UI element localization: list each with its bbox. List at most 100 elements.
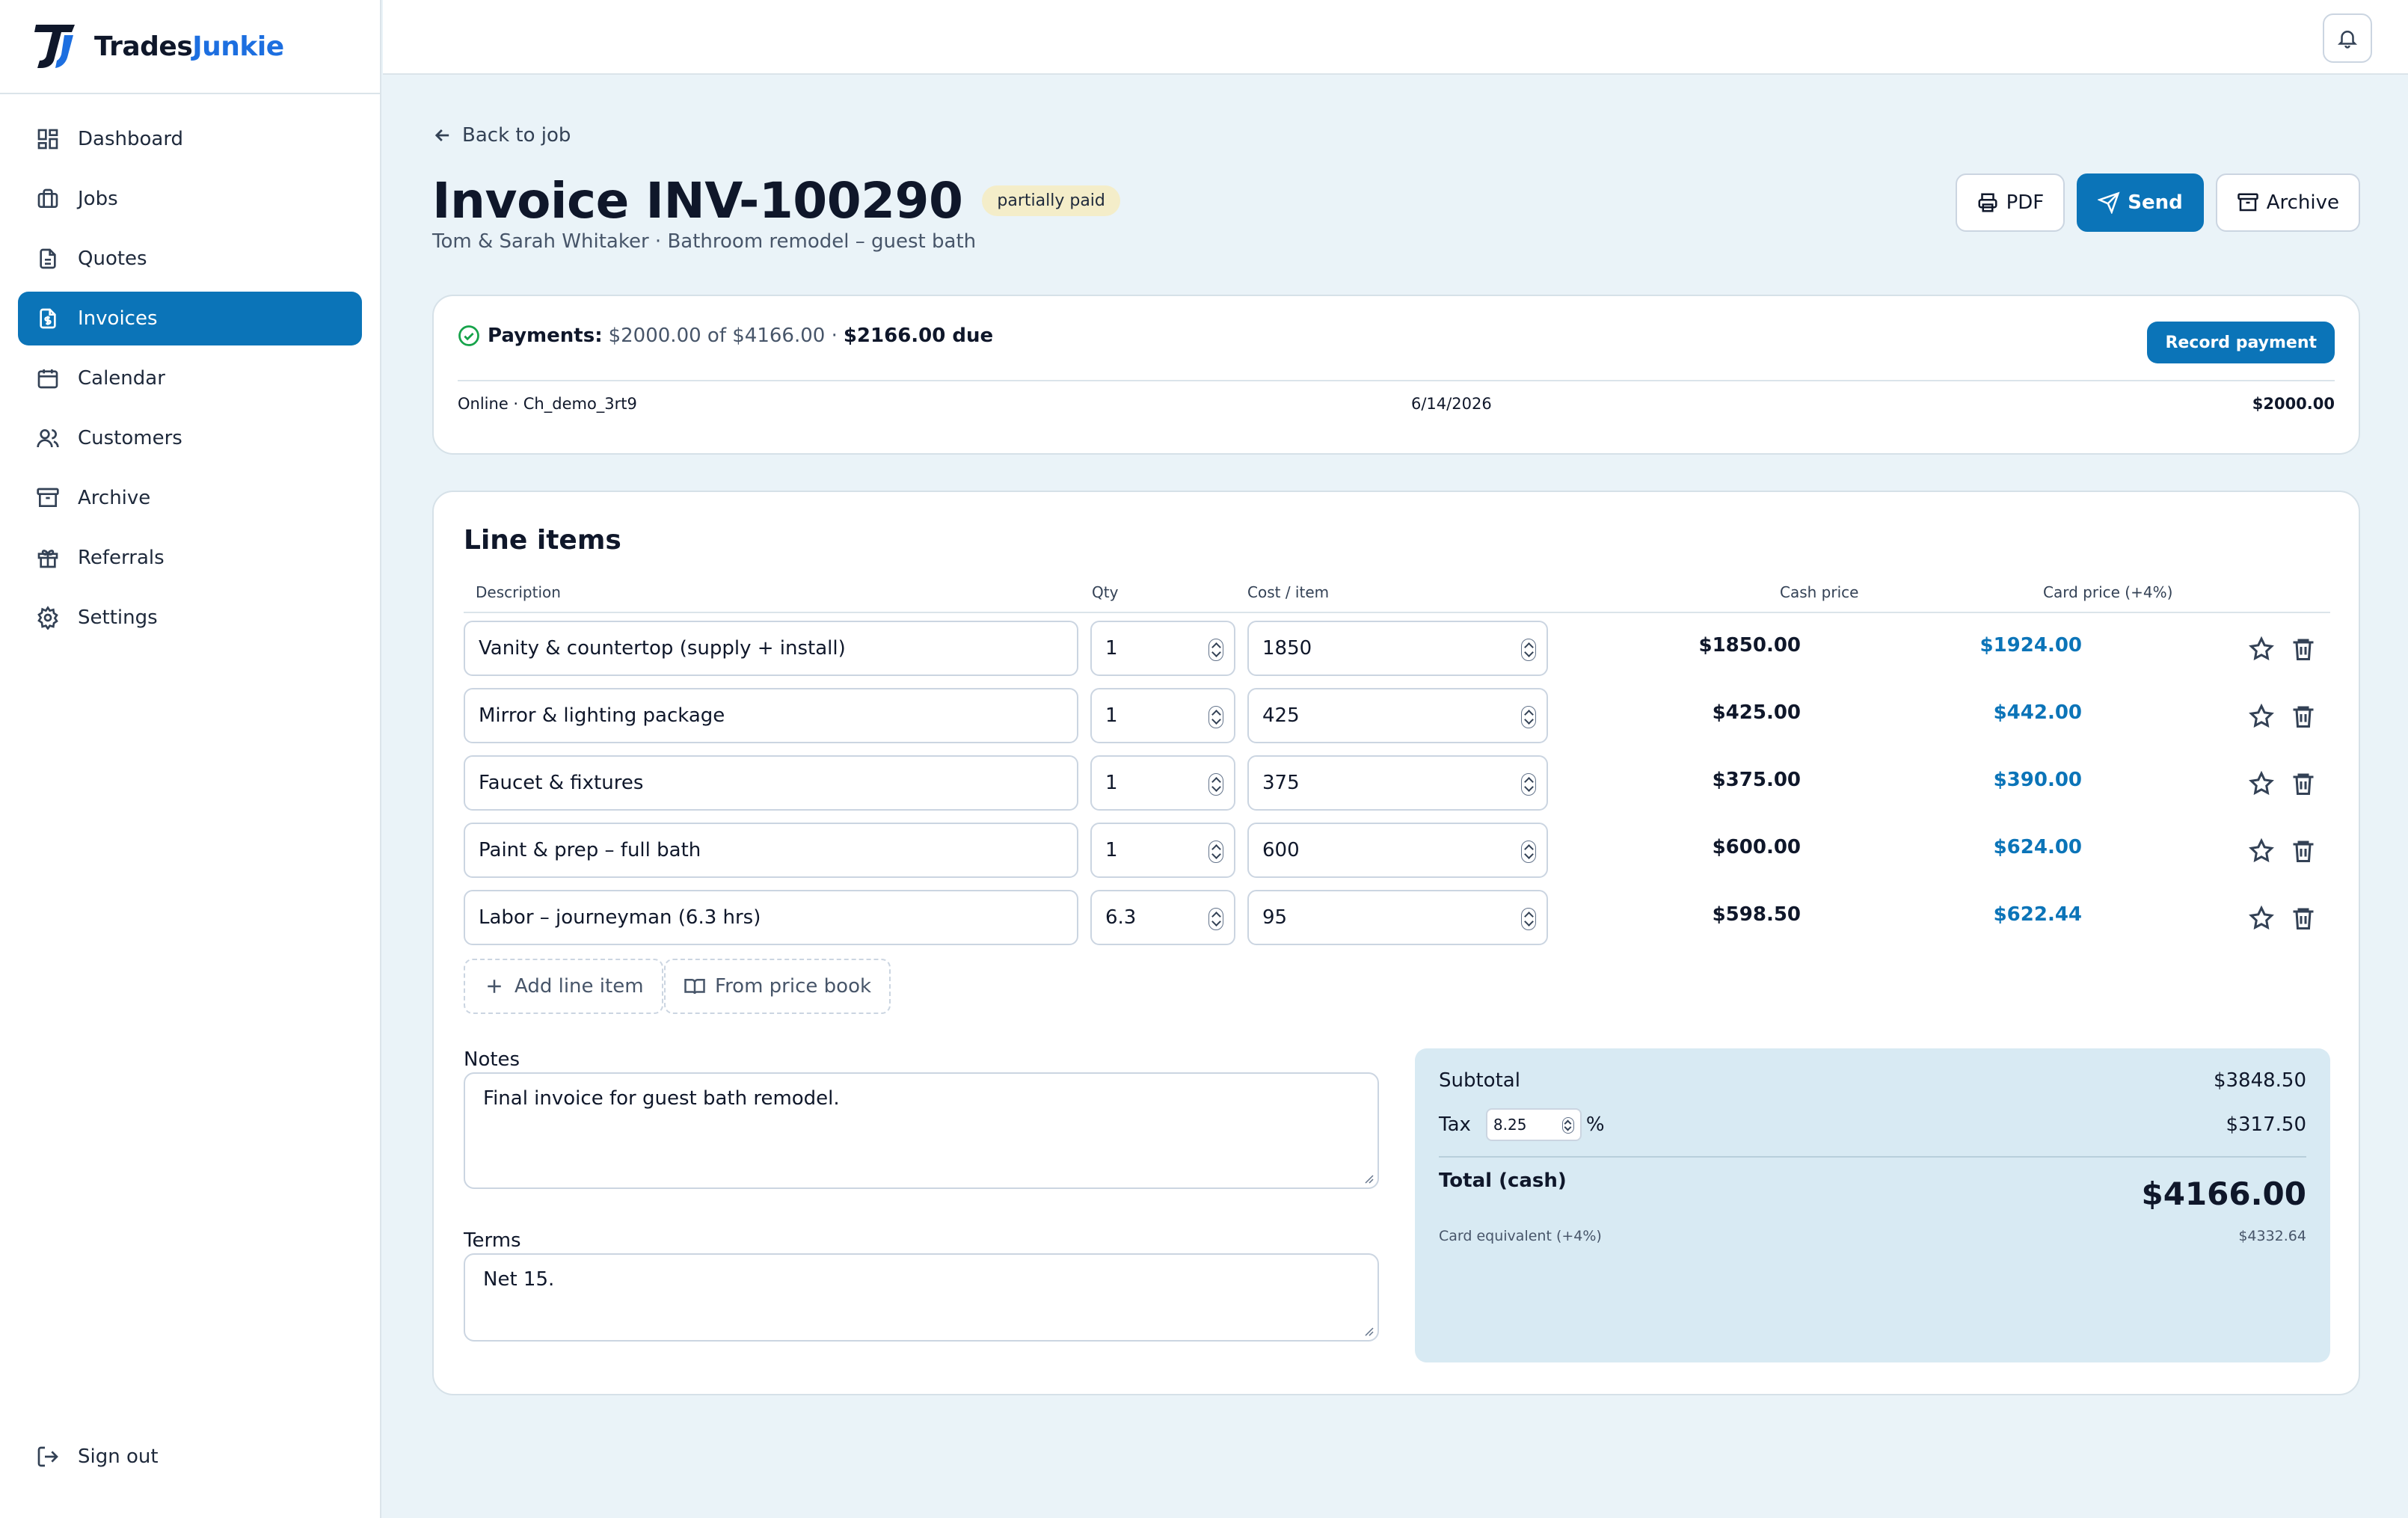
cost-input[interactable]: 1850 (1247, 621, 1548, 676)
col-qty: Qty (1092, 583, 1119, 601)
notes-textarea[interactable]: Final invoice for guest bath remodel. (464, 1072, 1379, 1189)
gear-icon (37, 606, 58, 630)
calendar-icon (37, 369, 58, 389)
cost-input[interactable]: 375 (1247, 755, 1548, 811)
star-icon[interactable] (2248, 703, 2275, 730)
sidebar-item-dashboard[interactable]: Dashboard (18, 112, 362, 166)
trash-icon[interactable] (2290, 703, 2317, 730)
sidebar-item-invoices[interactable]: Invoices (18, 292, 362, 345)
tax-rate-value: 8.25 (1493, 1116, 1527, 1134)
trash-icon[interactable] (2290, 636, 2317, 663)
sidebar-item-calendar[interactable]: Calendar (18, 351, 362, 405)
stepper-icon[interactable] (1208, 841, 1223, 863)
status-badge: partially paid (982, 185, 1120, 216)
star-icon[interactable] (2248, 636, 2275, 663)
header-actions: PDF Send Archive (1955, 173, 2360, 232)
pdf-button[interactable]: PDF (1955, 173, 2065, 232)
archive-label: Archive (2266, 191, 2339, 214)
subtotal-label: Subtotal (1439, 1069, 1520, 1092)
qty-value: 1 (1105, 637, 1118, 660)
terms-value: Net 15. (483, 1268, 555, 1291)
col-card: Card price (+4%) (2043, 583, 2173, 601)
sidebar-item-settings[interactable]: Settings (18, 591, 362, 645)
sidebar-item-referrals[interactable]: Referrals (18, 531, 362, 585)
logout-icon (37, 1446, 58, 1467)
line-items-title: Line items (464, 525, 621, 556)
star-icon[interactable] (2248, 905, 2275, 932)
stepper-icon[interactable] (1208, 773, 1223, 796)
cost-value: 1850 (1262, 637, 1312, 660)
add-line-item-button[interactable]: Add line item (464, 959, 663, 1014)
qty-value: 1 (1105, 772, 1118, 794)
sidebar-nav: Dashboard Jobs Quotes Invoices Calendar … (0, 94, 380, 645)
qty-input[interactable]: 1 (1090, 688, 1235, 743)
brand-logo[interactable]: TradesJunkie (0, 0, 380, 94)
send-button[interactable]: Send (2077, 173, 2204, 232)
description-input[interactable]: Mirror & lighting package (464, 688, 1078, 743)
divider (1439, 1156, 2306, 1158)
sidebar-item-label: Invoices (78, 307, 158, 330)
terms-textarea[interactable]: Net 15. (464, 1253, 1379, 1342)
card-price: $622.44 (1993, 903, 2082, 926)
description-input[interactable]: Labor – journeyman (6.3 hrs) (464, 890, 1078, 945)
cash-price: $375.00 (1712, 769, 1801, 791)
cost-input[interactable]: 600 (1247, 823, 1548, 878)
qty-input[interactable]: 6.3 (1090, 890, 1235, 945)
qty-value: 1 (1105, 839, 1118, 861)
cost-value: 375 (1262, 772, 1300, 794)
stepper-icon[interactable] (1208, 706, 1223, 728)
trash-icon[interactable] (2290, 770, 2317, 797)
line-items-card: Line items Description Qty Cost / item C… (432, 491, 2360, 1395)
sidebar-item-label: Jobs (78, 188, 118, 210)
payments-paid: $2000.00 of $4166.00 · (608, 325, 838, 347)
trash-icon[interactable] (2290, 905, 2317, 932)
col-cash: Cash price (1780, 583, 1859, 601)
payment-amount: $2000.00 (2252, 395, 2335, 413)
sidebar-item-label: Dashboard (78, 128, 184, 150)
sidebar-item-quotes[interactable]: Quotes (18, 232, 362, 286)
cost-input[interactable]: 95 (1247, 890, 1548, 945)
description-input[interactable]: Faucet & fixtures (464, 755, 1078, 811)
stepper-icon[interactable] (1208, 908, 1223, 930)
stepper-icon[interactable] (1561, 1117, 1574, 1134)
cash-price: $1850.00 (1698, 634, 1801, 657)
price-book-button[interactable]: From price book (664, 959, 891, 1014)
description-input[interactable]: Vanity & countertop (supply + install) (464, 621, 1078, 676)
back-to-job-link[interactable]: Back to job (432, 124, 571, 147)
qty-value: 6.3 (1105, 906, 1137, 929)
stepper-icon[interactable] (1521, 908, 1536, 930)
star-icon[interactable] (2248, 838, 2275, 864)
qty-input[interactable]: 1 (1090, 823, 1235, 878)
bell-icon (2337, 31, 2358, 49)
qty-input[interactable]: 1 (1090, 755, 1235, 811)
subtotal-value: $3848.50 (2213, 1069, 2306, 1092)
card-equivalent-label: Card equivalent (+4%) (1439, 1228, 1602, 1244)
terms-label: Terms (464, 1229, 521, 1252)
stepper-icon[interactable] (1208, 639, 1223, 661)
resize-grip-icon[interactable] (1363, 1173, 1375, 1184)
record-payment-button[interactable]: Record payment (2147, 322, 2335, 363)
resize-grip-icon[interactable] (1363, 1325, 1375, 1337)
notifications-button[interactable] (2323, 13, 2372, 63)
stepper-icon[interactable] (1521, 706, 1536, 728)
card-price: $390.00 (1993, 769, 2082, 791)
card-price: $1924.00 (1979, 634, 2082, 657)
tradesjunkie-logo-icon (34, 25, 75, 68)
sign-out-button[interactable]: Sign out (18, 1430, 363, 1484)
sidebar-item-customers[interactable]: Customers (18, 411, 362, 465)
trash-icon[interactable] (2290, 838, 2317, 864)
stepper-icon[interactable] (1521, 639, 1536, 661)
cash-price: $600.00 (1712, 836, 1801, 858)
sidebar-item-label: Settings (78, 606, 158, 629)
description-input[interactable]: Paint & prep – full bath (464, 823, 1078, 878)
sidebar-item-archive[interactable]: Archive (18, 471, 362, 525)
qty-input[interactable]: 1 (1090, 621, 1235, 676)
tax-rate-input[interactable]: 8.25 (1485, 1108, 1582, 1141)
sidebar-item-jobs[interactable]: Jobs (18, 172, 362, 226)
stepper-icon[interactable] (1521, 773, 1536, 796)
archive-button[interactable]: Archive (2215, 173, 2360, 232)
stepper-icon[interactable] (1521, 841, 1536, 863)
star-icon[interactable] (2248, 770, 2275, 797)
cost-input[interactable]: 425 (1247, 688, 1548, 743)
payments-summary: Payments: $2000.00 of $4166.00 · $2166.0… (458, 325, 993, 347)
